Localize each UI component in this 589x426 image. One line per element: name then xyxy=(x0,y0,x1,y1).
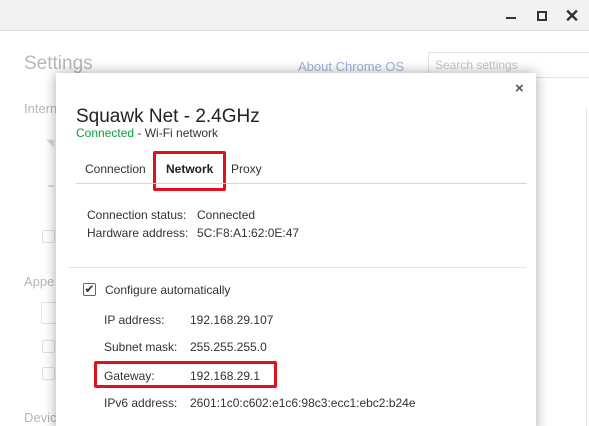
section-internet-heading: Intern xyxy=(24,101,58,116)
subnet-mask-value: 255.255.255.0 xyxy=(190,340,267,354)
network-type: - Wi-Fi network xyxy=(134,126,219,140)
section-divider xyxy=(69,267,526,268)
window-titlebar: ✕ xyxy=(0,0,589,31)
page-divider xyxy=(586,108,587,426)
configure-automatically-checkbox[interactable]: ✔ xyxy=(83,283,96,296)
ipv6-address-value: 2601:1c0:c602:e1c6:98c3:ecc1:ebc2:b24e xyxy=(190,396,416,410)
configure-automatically-label[interactable]: Configure automatically xyxy=(105,283,230,297)
maximize-icon[interactable] xyxy=(532,6,552,26)
hardware-address-label: Hardware address: xyxy=(87,226,189,240)
ip-address-label: IP address: xyxy=(104,313,165,327)
ipv6-address-label: IPv6 address: xyxy=(104,396,178,410)
about-chrome-os-link[interactable]: About Chrome OS xyxy=(298,59,404,74)
network-tab-highlight-box xyxy=(153,151,226,191)
dialog-tabs: Connection Network Proxy xyxy=(56,149,536,191)
tab-proxy[interactable]: Proxy xyxy=(231,162,262,176)
minimize-icon[interactable] xyxy=(501,6,521,26)
close-icon[interactable]: ✕ xyxy=(562,6,582,26)
tab-underline-divider xyxy=(76,183,527,184)
section-device-heading: Devic xyxy=(24,410,57,425)
ip-address-value: 192.168.29.107 xyxy=(190,313,274,327)
network-state: Connected - Wi-Fi network xyxy=(76,126,218,140)
section-appearance-heading: Appe xyxy=(24,274,55,289)
hardware-address-value: 5C:F8:A1:62:0E:47 xyxy=(197,226,300,240)
subnet-mask-label: Subnet mask: xyxy=(104,340,178,354)
settings-checkbox[interactable] xyxy=(42,230,55,243)
connection-status-value: Connected xyxy=(197,208,256,222)
settings-checkbox[interactable] xyxy=(42,367,55,380)
gateway-highlight-box xyxy=(94,361,277,388)
connection-status-label: Connection status: xyxy=(87,208,187,222)
connected-status: Connected xyxy=(76,126,135,140)
ethernet-icon xyxy=(48,185,54,187)
network-name: Squawk Net - 2.4GHz xyxy=(76,106,260,127)
network-details-dialog: × Squawk Net - 2.4GHz Connected - Wi-Fi … xyxy=(56,73,536,426)
page-title: Settings xyxy=(24,53,93,74)
tab-connection[interactable]: Connection xyxy=(85,162,146,176)
dialog-close-icon[interactable]: × xyxy=(515,80,524,97)
settings-checkbox[interactable] xyxy=(42,340,55,353)
